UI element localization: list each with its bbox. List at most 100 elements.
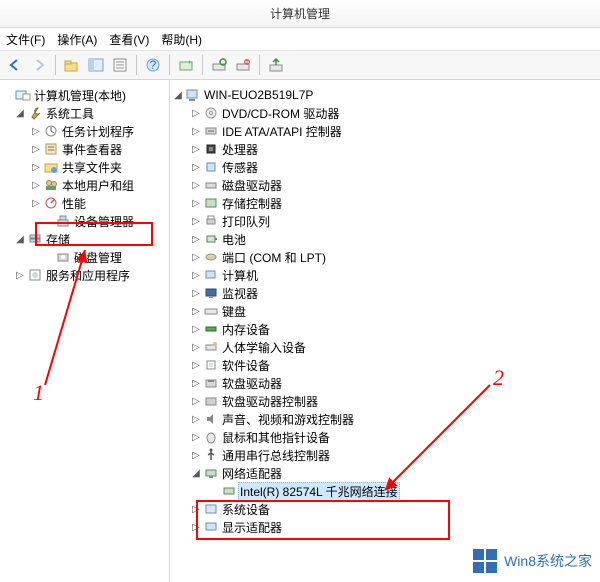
expand-icon[interactable]: ▷ — [30, 162, 42, 173]
expand-icon[interactable]: ▷ — [30, 198, 42, 209]
refresh-button[interactable] — [175, 54, 197, 76]
floppy-icon — [202, 376, 220, 390]
device-manager[interactable]: 设备管理器 — [72, 213, 136, 230]
storage-controllers[interactable]: 存储控制器 — [220, 195, 284, 212]
disk-drives[interactable]: 磁盘驱动器 — [220, 177, 284, 194]
expand-icon[interactable]: ▷ — [190, 108, 202, 119]
properties-button[interactable] — [109, 54, 131, 76]
tree-root[interactable]: 计算机管理(本地) — [32, 87, 128, 104]
task-scheduler[interactable]: 任务计划程序 — [60, 123, 136, 140]
keyboards[interactable]: 键盘 — [220, 303, 248, 320]
help-button[interactable]: ? — [142, 54, 164, 76]
computer-node-icon — [202, 268, 220, 282]
usb-controllers[interactable]: 通用串行总线控制器 — [220, 447, 332, 464]
network-adapters[interactable]: 网络适配器 — [220, 465, 284, 482]
disk-mgmt-icon — [54, 250, 72, 264]
users-icon — [42, 178, 60, 192]
expand-icon[interactable]: ◢ — [190, 468, 202, 479]
right-tree[interactable]: ◢ WIN-EUO2B519L7P ▷ DVD/CD-ROM 驱动器 ▷ IDE AT… — [170, 80, 600, 582]
expand-icon[interactable]: ◢ — [14, 108, 26, 119]
up-button[interactable] — [61, 54, 83, 76]
services-apps[interactable]: 服务和应用程序 — [44, 267, 132, 284]
system-tools[interactable]: 系统工具 — [44, 105, 96, 122]
system-device-icon — [202, 502, 220, 516]
sound-controllers[interactable]: 声音、视频和游戏控制器 — [220, 411, 356, 428]
software-devices[interactable]: 软件设备 — [220, 357, 272, 374]
memory-devices[interactable]: 内存设备 — [220, 321, 272, 338]
expand-icon[interactable]: ▷ — [190, 324, 202, 335]
processors[interactable]: 处理器 — [220, 141, 260, 158]
mouse-devices[interactable]: 鼠标和其他指针设备 — [220, 429, 332, 446]
expand-icon[interactable]: ▷ — [190, 180, 202, 191]
ide-controllers[interactable]: IDE ATA/ATAPI 控制器 — [220, 123, 344, 140]
print-queues[interactable]: 打印队列 — [220, 213, 272, 230]
expand-icon[interactable]: ▷ — [190, 252, 202, 263]
expand-icon[interactable]: ▷ — [190, 234, 202, 245]
expand-icon[interactable]: ▷ — [190, 288, 202, 299]
expand-icon[interactable]: ▷ — [190, 450, 202, 461]
expand-icon[interactable]: ▷ — [190, 270, 202, 281]
storage[interactable]: 存储 — [44, 231, 72, 248]
device-manager-icon — [54, 214, 72, 228]
expand-icon[interactable]: ▷ — [190, 162, 202, 173]
menu-view[interactable]: 查看(V) — [109, 31, 149, 48]
back-button[interactable] — [4, 54, 26, 76]
display-adapters[interactable]: 显示适配器 — [220, 519, 284, 536]
expand-icon[interactable]: ◢ — [172, 90, 184, 101]
menu-help[interactable]: 帮助(H) — [161, 31, 202, 48]
event-viewer-icon — [42, 142, 60, 156]
expand-icon[interactable]: ▷ — [190, 432, 202, 443]
performance[interactable]: 性能 — [60, 195, 88, 212]
floppy-controllers[interactable]: 软盘驱动器控制器 — [220, 393, 320, 410]
uninstall-button[interactable] — [232, 54, 254, 76]
svg-text:?: ? — [150, 58, 157, 72]
expand-icon[interactable]: ▷ — [190, 396, 202, 407]
hid-devices[interactable]: 人体学输入设备 — [220, 339, 308, 356]
dvd-drives[interactable]: DVD/CD-ROM 驱动器 — [220, 105, 341, 122]
left-tree[interactable]: 计算机管理(本地) ◢ 系统工具 ▷ 任务计划程序 ▷ 事件查看器 ▷ 共享文件夹 ▷ 本… — [0, 80, 170, 582]
shared-folders[interactable]: 共享文件夹 — [60, 159, 124, 176]
expand-icon[interactable]: ▷ — [190, 342, 202, 353]
computer-mgmt-icon — [14, 88, 32, 102]
expand-icon[interactable]: ▷ — [30, 144, 42, 155]
services-icon — [26, 268, 44, 282]
keyboard-icon — [202, 304, 220, 318]
event-viewer[interactable]: 事件查看器 — [60, 141, 124, 158]
expand-icon[interactable]: ▷ — [190, 522, 202, 533]
ports[interactable]: 端口 (COM 和 LPT) — [220, 249, 328, 266]
floppy-drives[interactable]: 软盘驱动器 — [220, 375, 284, 392]
shared-folder-icon — [42, 160, 60, 174]
expand-icon[interactable]: ▷ — [190, 360, 202, 371]
computers[interactable]: 计算机 — [220, 267, 260, 284]
batteries[interactable]: 电池 — [220, 231, 248, 248]
system-devices[interactable]: 系统设备 — [220, 501, 272, 518]
sensors[interactable]: 传感器 — [220, 159, 260, 176]
expand-icon[interactable]: ▷ — [30, 180, 42, 191]
expand-icon[interactable]: ▷ — [14, 270, 26, 281]
expand-icon[interactable]: ▷ — [190, 144, 202, 155]
expand-icon[interactable]: ▷ — [190, 306, 202, 317]
scan-hw-button[interactable] — [208, 54, 230, 76]
menu-file[interactable]: 文件(F) — [6, 31, 45, 48]
nic-intel[interactable]: Intel(R) 82574L 千兆网络连接 — [238, 482, 400, 501]
ide-icon — [202, 124, 220, 138]
expand-icon[interactable]: ▷ — [190, 504, 202, 515]
expand-icon[interactable]: ▷ — [190, 216, 202, 227]
update-driver-button[interactable] — [265, 54, 287, 76]
monitors[interactable]: 监视器 — [220, 285, 260, 302]
local-users[interactable]: 本地用户和组 — [60, 177, 136, 194]
expand-icon[interactable]: ▷ — [190, 198, 202, 209]
expand-icon[interactable]: ▷ — [190, 126, 202, 137]
expand-icon[interactable]: ▷ — [190, 414, 202, 425]
expand-icon[interactable]: ◢ — [14, 234, 26, 245]
watermark-text: Win8系统之家 — [504, 551, 592, 571]
menu-action[interactable]: 操作(A) — [57, 31, 97, 48]
show-hide-tree-button[interactable] — [85, 54, 107, 76]
host-name[interactable]: WIN-EUO2B519L7P — [202, 88, 315, 102]
mouse-icon — [202, 430, 220, 444]
expand-icon[interactable]: ▷ — [190, 378, 202, 389]
monitor-icon — [202, 286, 220, 300]
forward-button[interactable] — [28, 54, 50, 76]
expand-icon[interactable]: ▷ — [30, 126, 42, 137]
disk-management[interactable]: 磁盘管理 — [72, 249, 124, 266]
